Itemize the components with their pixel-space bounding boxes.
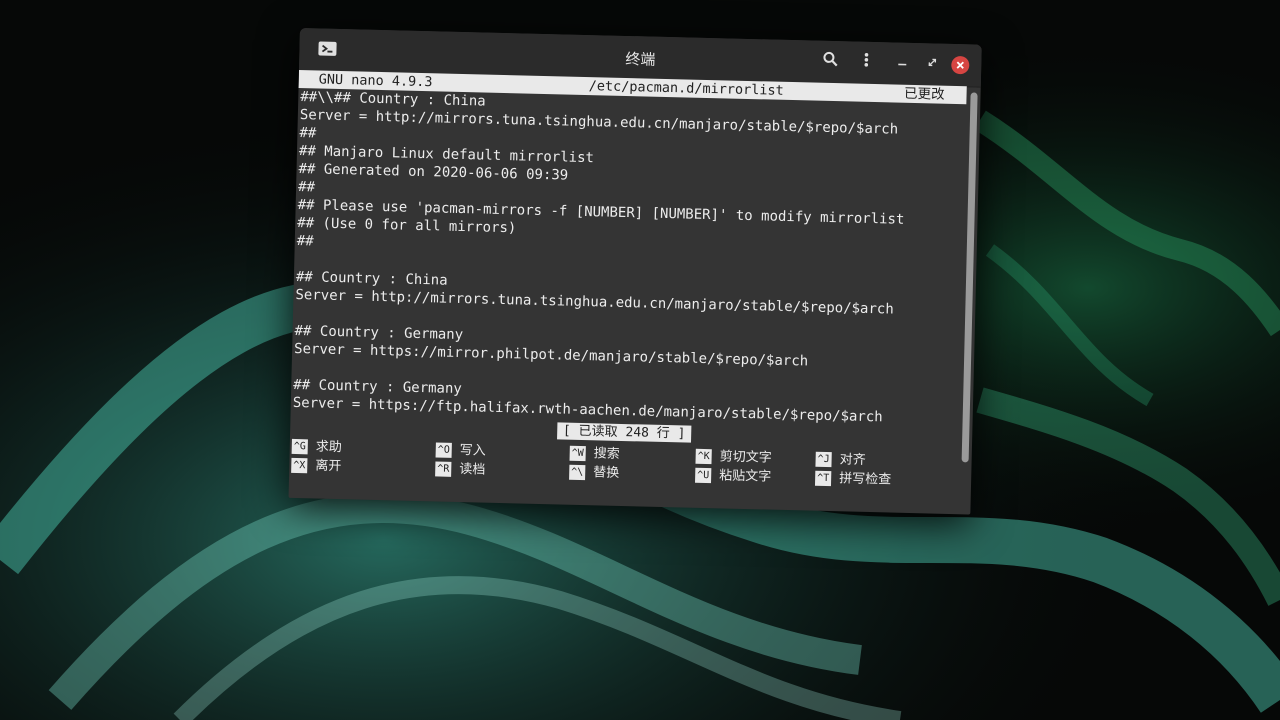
close-icon[interactable] xyxy=(951,55,970,75)
shortcut-label: 离开 xyxy=(315,458,342,475)
shortcut-justify[interactable]: ^J 对齐 xyxy=(815,451,866,469)
shortcut-bar: ^G 求助 ^X 离开 ^O 写入 ^R 读档 ^W 搜索 ^\ 替换 ^K 剪… xyxy=(291,438,932,494)
terminal-window[interactable]: 终端 GNU nano 4.9.3 /etc/pacman.d/mirrorli… xyxy=(288,28,982,515)
shortcut-replace[interactable]: ^\ 替换 xyxy=(569,464,619,482)
maximize-icon[interactable] xyxy=(921,53,944,76)
shortcut-key: ^\ xyxy=(569,464,586,481)
shortcut-cut-text[interactable]: ^K 剪切文字 xyxy=(695,448,772,467)
shortcut-key: ^W xyxy=(569,445,586,462)
kebab-menu-icon[interactable] xyxy=(855,52,878,75)
shortcut-key: ^J xyxy=(815,451,832,468)
shortcut-key: ^T xyxy=(814,470,832,487)
shortcut-label: 写入 xyxy=(459,443,486,459)
nano-version: GNU nano 4.9.3 xyxy=(318,71,433,91)
shortcut-help[interactable]: ^G 求助 xyxy=(291,438,343,456)
shortcut-key: ^X xyxy=(291,457,308,474)
shortcut-label: 替换 xyxy=(593,465,620,481)
shortcut-exit[interactable]: ^X 离开 xyxy=(291,457,342,475)
shortcut-key: ^G xyxy=(291,438,308,455)
minimize-icon[interactable] xyxy=(891,52,914,75)
shortcut-key: ^U xyxy=(695,467,712,484)
shortcut-write-out[interactable]: ^O 写入 xyxy=(435,441,486,459)
status-message: [ 已读取 248 行 ] xyxy=(556,422,692,443)
shortcut-label: 对齐 xyxy=(839,452,866,468)
shortcut-key: ^R xyxy=(435,461,452,477)
terminal-screen[interactable]: GNU nano 4.9.3 /etc/pacman.d/mirrorlist … xyxy=(289,69,967,514)
shortcut-label: 搜索 xyxy=(593,446,620,462)
editor-buffer[interactable]: ##\\## Country : China Server = http://m… xyxy=(291,88,967,428)
shortcut-read-file[interactable]: ^R 读档 xyxy=(435,460,485,478)
modified-indicator: 已更改 xyxy=(903,85,945,103)
shortcut-label: 粘贴文字 xyxy=(719,468,772,485)
shortcut-label: 求助 xyxy=(315,439,343,456)
shortcut-paste-text[interactable]: ^U 粘贴文字 xyxy=(695,467,771,486)
shortcut-key: ^O xyxy=(435,442,452,458)
shortcut-label: 拼写检查 xyxy=(839,471,892,488)
shortcut-key: ^K xyxy=(695,448,712,465)
search-icon[interactable] xyxy=(819,51,842,74)
shortcut-spell-check[interactable]: ^T 拼写检查 xyxy=(814,470,892,489)
shortcut-search[interactable]: ^W 搜索 xyxy=(569,445,620,463)
terminal-icon[interactable] xyxy=(317,40,337,56)
shortcut-label: 读档 xyxy=(459,462,486,478)
shortcut-label: 剪切文字 xyxy=(719,449,772,466)
